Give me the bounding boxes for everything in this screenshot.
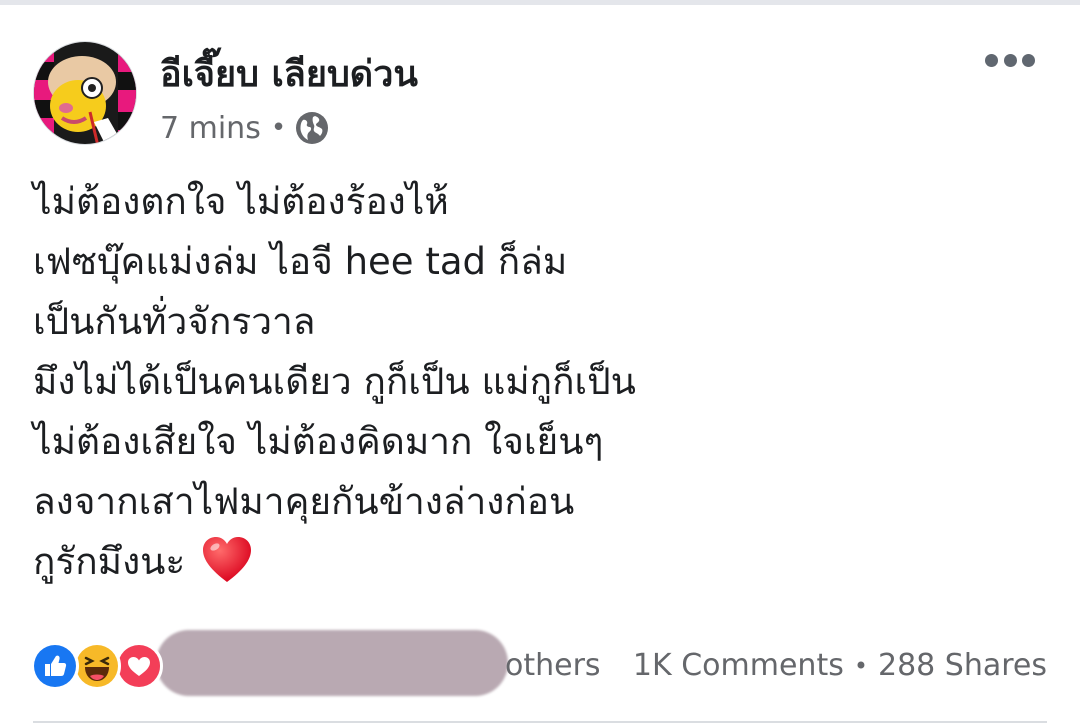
red-heart-icon: [201, 536, 253, 584]
footer-divider: [33, 721, 1047, 723]
haha-icon: [73, 642, 121, 690]
content-line: มึงไม่ได้เป็นคนเดียว กูก็เป็น แม่กูก็เป็…: [33, 360, 636, 403]
love-icon: [115, 642, 163, 690]
comments-count[interactable]: 1K Comments: [633, 648, 844, 683]
avatar[interactable]: [33, 41, 137, 145]
post-footer: others 1K Comments • 288 Shares: [0, 620, 1080, 700]
content-line: ไม่ต้องตกใจ ไม่ต้องร้องไห้: [33, 180, 449, 223]
meta-separator: •: [270, 113, 287, 143]
more-dot: [1003, 53, 1017, 67]
post-card: อีเจี๊ยบ เลียบด่วน 7 mins • ไม่ต้องตกใจ …: [0, 5, 1080, 726]
post-meta: 7 mins •: [160, 108, 329, 148]
content-line-last: กูรักมึงนะ: [33, 532, 1033, 592]
content-line: เป็นกันทั่วจักรวาล: [33, 300, 316, 343]
content-line: ไม่ต้องเสียใจ ไม่ต้องคิดมาก ใจเย็นๆ: [33, 420, 604, 463]
content-line: เฟซบุ๊คแม่งล่ม ไอจี hee tad ก็ล่ม: [33, 240, 568, 283]
content-line: ลงจากเสาไฟมาคุยกันข้างล่างก่อน: [33, 480, 575, 523]
redacted-names: [156, 630, 508, 696]
avatar-image: [34, 42, 136, 144]
more-dot: [985, 53, 998, 67]
stats-separator: •: [853, 651, 868, 680]
content-line: กูรักมึงนะ: [33, 540, 186, 583]
post-content: ไม่ต้องตกใจ ไม่ต้องร้องไห้ เฟซบุ๊คแม่งล่…: [33, 172, 1033, 592]
more-dot: [1022, 53, 1035, 67]
shares-count[interactable]: 288 Shares: [878, 648, 1047, 683]
more-options-icon[interactable]: [985, 47, 1035, 73]
post-time[interactable]: 7 mins: [160, 111, 261, 146]
author-name[interactable]: อีเจี๊ยบ เลียบด่วน: [160, 45, 418, 102]
engagement-stats: 1K Comments • 288 Shares: [633, 648, 1047, 683]
like-icon: [31, 642, 79, 690]
reaction-icons[interactable]: [31, 642, 163, 690]
reaction-others-label[interactable]: others: [505, 648, 601, 683]
globe-icon[interactable]: [295, 111, 329, 145]
